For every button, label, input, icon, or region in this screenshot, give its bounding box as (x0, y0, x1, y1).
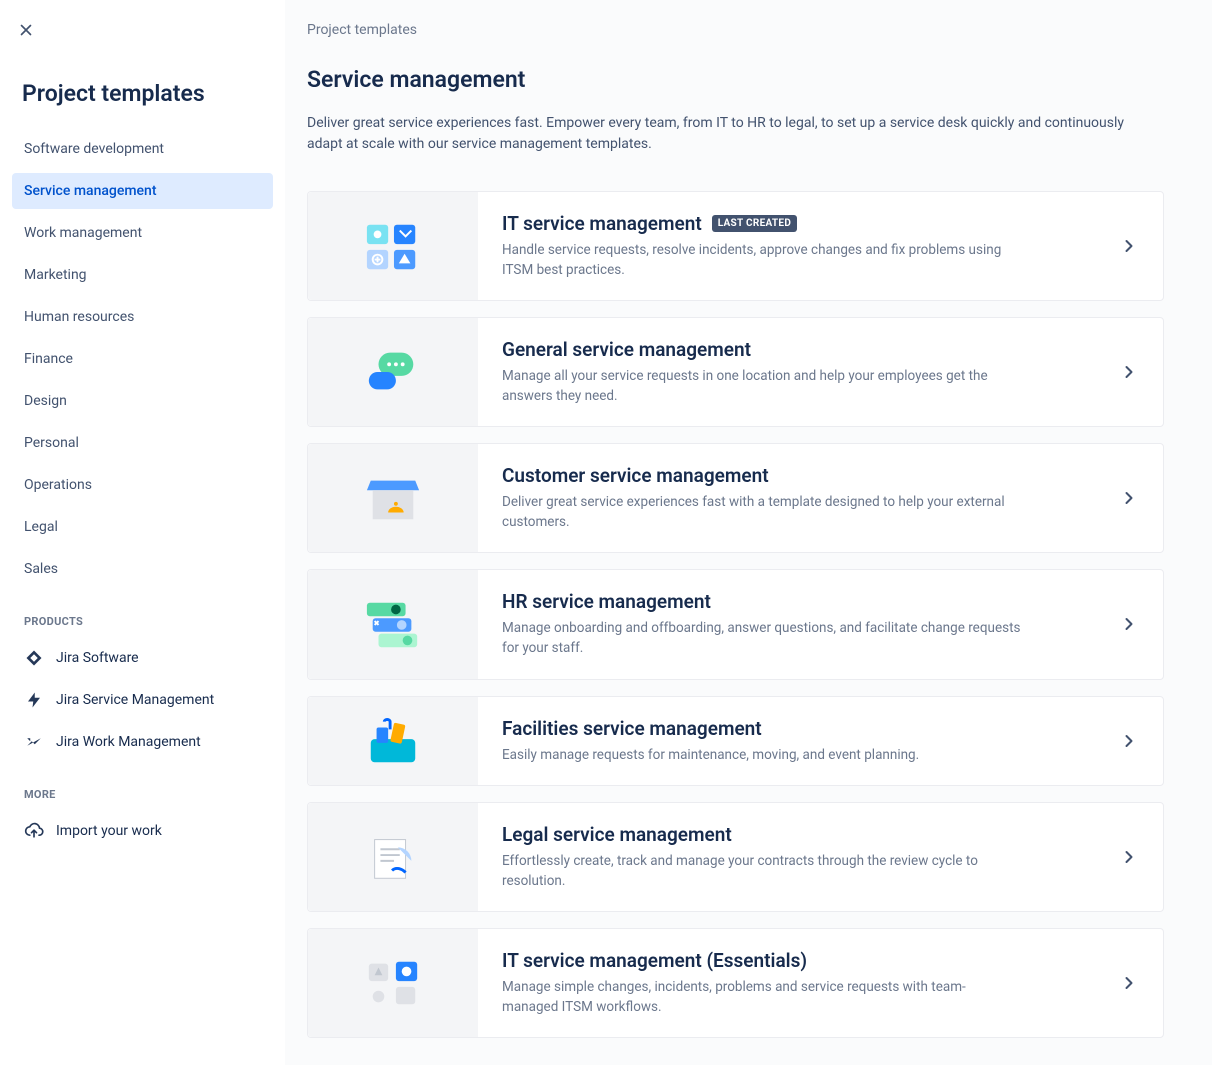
template-body: Customer service management Deliver grea… (478, 444, 1163, 552)
sidebar-category-item[interactable]: Software development (12, 131, 273, 167)
template-title: Facilities service management (502, 717, 762, 740)
template-description: Effortlessly create, track and manage yo… (502, 852, 1022, 891)
product-item[interactable]: Jira Software (12, 640, 273, 676)
product-label: Jira Software (56, 650, 139, 666)
sidebar-category-item[interactable]: Legal (12, 509, 273, 545)
sidebar-category-item[interactable]: Sales (12, 551, 273, 587)
product-list: Jira Software Jira Service Management Jira… (12, 640, 273, 760)
template-card[interactable]: HR service management Manage onboarding … (307, 569, 1164, 679)
import-label: Import your work (56, 823, 162, 839)
template-body: General service management Manage all yo… (478, 318, 1163, 426)
template-card[interactable]: IT service management (Essentials) Manag… (307, 928, 1164, 1038)
product-label: Jira Service Management (56, 692, 214, 708)
template-thumbnail (308, 570, 478, 678)
product-item[interactable]: Jira Service Management (12, 682, 273, 718)
sidebar-title: Project templates (22, 80, 273, 107)
sidebar-category-item[interactable]: Work management (12, 215, 273, 251)
template-description: Handle service requests, resolve inciden… (502, 241, 1022, 280)
cloud-upload-icon (24, 821, 44, 841)
template-description: Manage simple changes, incidents, proble… (502, 978, 1022, 1017)
template-thumbnail (308, 444, 478, 552)
sidebar-category-item[interactable]: Personal (12, 425, 273, 461)
sidebar-category-item[interactable]: Marketing (12, 257, 273, 293)
chevron-right-icon (1119, 731, 1139, 751)
template-body: Facilities service management Easily man… (478, 697, 1163, 786)
sidebar-category-item[interactable]: Human resources (12, 299, 273, 335)
template-thumbnail (308, 697, 478, 786)
sidebar-category-item[interactable]: Design (12, 383, 273, 419)
close-button[interactable] (14, 18, 38, 42)
template-body: Legal service management Effortlessly cr… (478, 803, 1163, 911)
template-card[interactable]: Customer service management Deliver grea… (307, 443, 1164, 553)
template-card[interactable]: IT service management LAST CREATED Handl… (307, 191, 1164, 301)
products-section-label: Products (24, 615, 273, 628)
template-description: Manage onboarding and offboarding, answe… (502, 619, 1022, 658)
sidebar-category-item[interactable]: Finance (12, 341, 273, 377)
template-description: Deliver great service experiences fast w… (502, 493, 1022, 532)
template-title: IT service management (502, 212, 702, 235)
template-description: Easily manage requests for maintenance, … (502, 746, 1022, 766)
product-icon (24, 648, 44, 668)
main-content: Project templates Service management Del… (285, 0, 1212, 1065)
more-section-label: More (24, 788, 273, 801)
chevron-right-icon (1119, 362, 1139, 382)
template-thumbnail (308, 192, 478, 300)
product-item[interactable]: Jira Work Management (12, 724, 273, 760)
template-card[interactable]: General service management Manage all yo… (307, 317, 1164, 427)
sidebar-category-item[interactable]: Service management (12, 173, 273, 209)
chevron-right-icon (1119, 236, 1139, 256)
template-card[interactable]: Legal service management Effortlessly cr… (307, 802, 1164, 912)
template-title: Legal service management (502, 823, 732, 846)
template-card[interactable]: Facilities service management Easily man… (307, 696, 1164, 787)
chevron-right-icon (1119, 847, 1139, 867)
product-icon (24, 690, 44, 710)
last-created-badge: LAST CREATED (712, 215, 797, 232)
template-body: IT service management LAST CREATED Handl… (478, 192, 1163, 300)
chevron-right-icon (1119, 488, 1139, 508)
product-label: Jira Work Management (56, 734, 201, 750)
template-thumbnail (308, 929, 478, 1037)
template-title: General service management (502, 338, 751, 361)
page-title: Service management (307, 66, 1164, 93)
template-title: HR service management (502, 590, 711, 613)
category-list: Software development Service management Wo… (12, 131, 273, 587)
template-thumbnail (308, 318, 478, 426)
template-title: Customer service management (502, 464, 769, 487)
template-body: HR service management Manage onboarding … (478, 570, 1163, 678)
chevron-right-icon (1119, 973, 1139, 993)
template-body: IT service management (Essentials) Manag… (478, 929, 1163, 1037)
sidebar-category-item[interactable]: Operations (12, 467, 273, 503)
product-icon (24, 732, 44, 752)
chevron-right-icon (1119, 614, 1139, 634)
template-description: Manage all your service requests in one … (502, 367, 1022, 406)
breadcrumb[interactable]: Project templates (307, 22, 1164, 38)
page-description: Deliver great service experiences fast. … (307, 113, 1147, 155)
import-your-work[interactable]: Import your work (12, 813, 273, 849)
template-thumbnail (308, 803, 478, 911)
sidebar: Project templates Software development Se… (0, 0, 285, 1065)
close-icon (17, 21, 35, 39)
template-title: IT service management (Essentials) (502, 949, 807, 972)
template-list: IT service management LAST CREATED Handl… (307, 191, 1164, 1038)
